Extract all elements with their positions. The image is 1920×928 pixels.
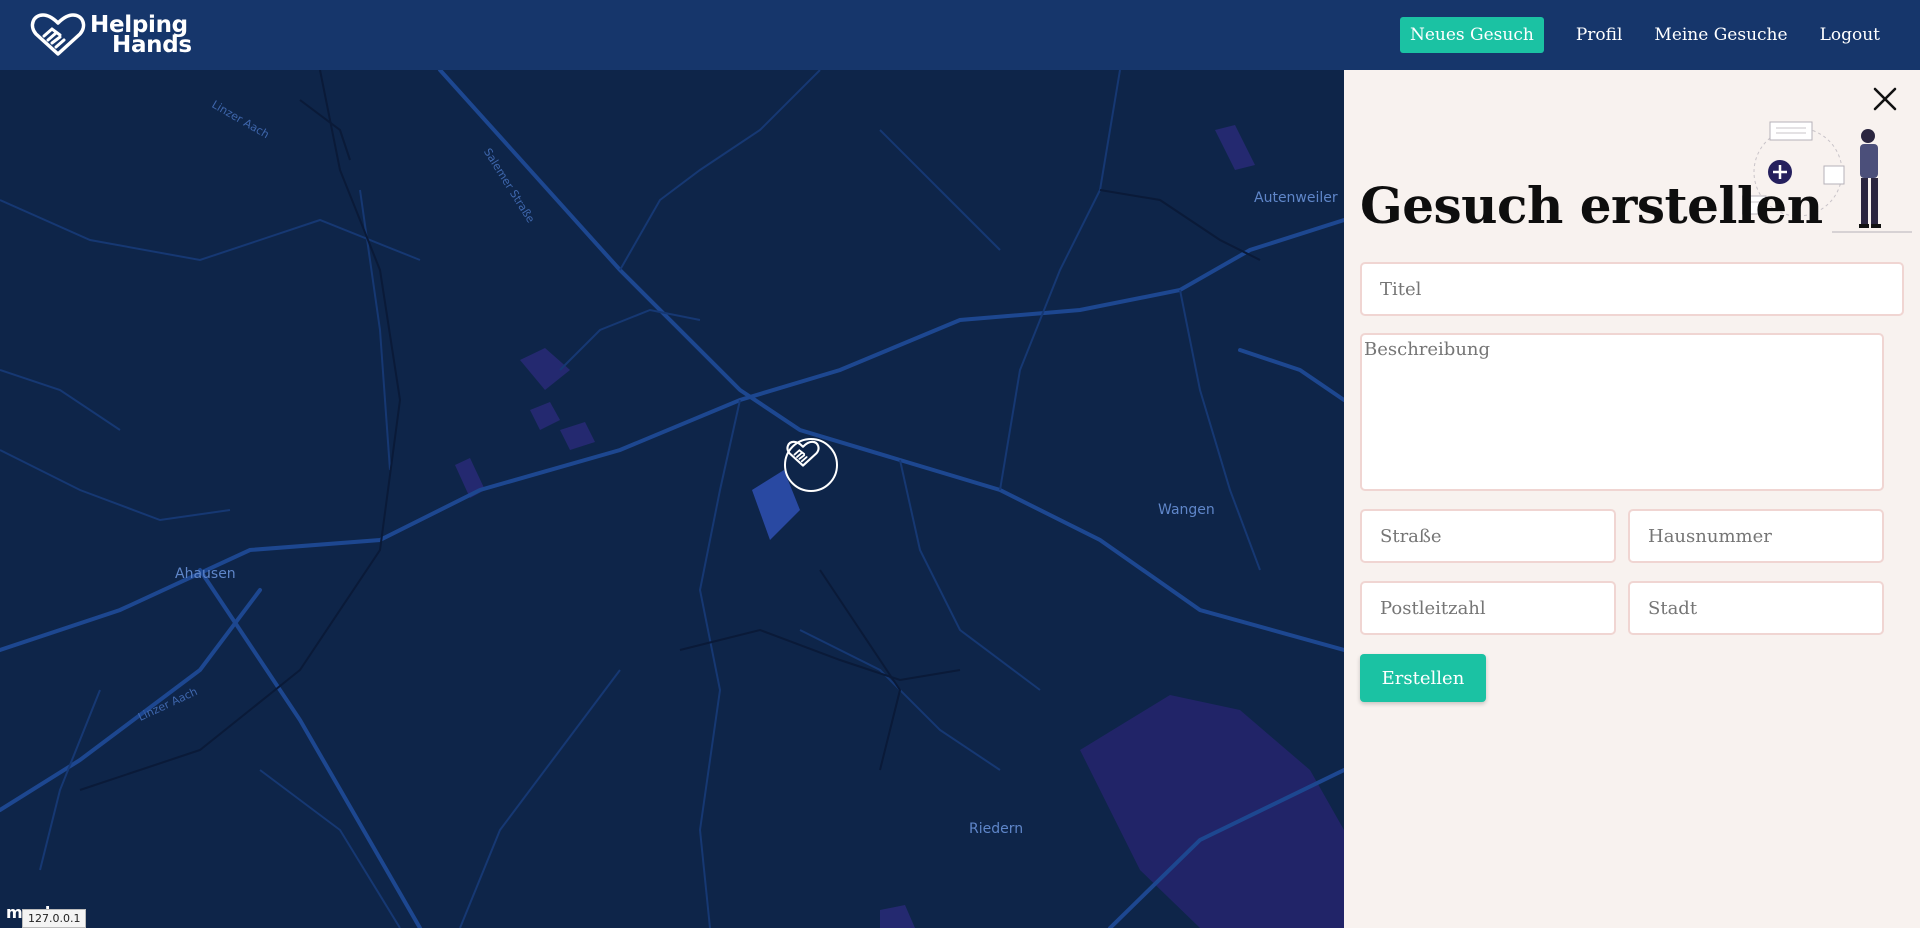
new-request-button[interactable]: Neues Gesuch [1399,17,1544,53]
handshake-icon [786,440,820,467]
brand-name: Helping Hands [90,14,192,58]
map-canvas [0,70,1344,928]
house-number-input[interactable] [1628,509,1884,563]
postal-code-input[interactable] [1360,581,1616,635]
description-textarea[interactable] [1360,333,1884,491]
brand-line-2: Hands [112,32,192,58]
nav-link-logout[interactable]: Logout [1820,25,1880,45]
ip-badge: 127.0.0.1 [22,909,87,928]
map[interactable]: Autenweiler Wangen Ahausen Riedern Salem… [0,70,1344,928]
place-label-autenweiler: Autenweiler [1254,190,1338,206]
brand[interactable]: Helping Hands [30,12,192,58]
nav-link-profile[interactable]: Profil [1576,25,1623,45]
city-input[interactable] [1628,581,1884,635]
handshake-heart-icon [30,13,86,56]
create-button[interactable]: Erstellen [1360,654,1486,702]
page-title: Gesuch erstellen [1360,176,1823,235]
title-input[interactable] [1360,262,1904,316]
street-input[interactable] [1360,509,1616,563]
place-label-wangen: Wangen [1158,502,1215,518]
close-icon[interactable] [1872,86,1898,112]
nav-link-my-requests[interactable]: Meine Gesuche [1654,25,1787,45]
create-request-panel: Gesuch erstellen Erstellen [1344,70,1920,928]
navbar: Helping Hands Neues Gesuch Profil Meine … [0,0,1920,70]
place-label-ahausen: Ahausen [175,566,236,582]
place-label-riedern: Riedern [969,821,1024,837]
location-marker[interactable] [784,438,838,492]
nav-menu: Neues Gesuch Profil Meine Gesuche Logout [1399,17,1880,53]
